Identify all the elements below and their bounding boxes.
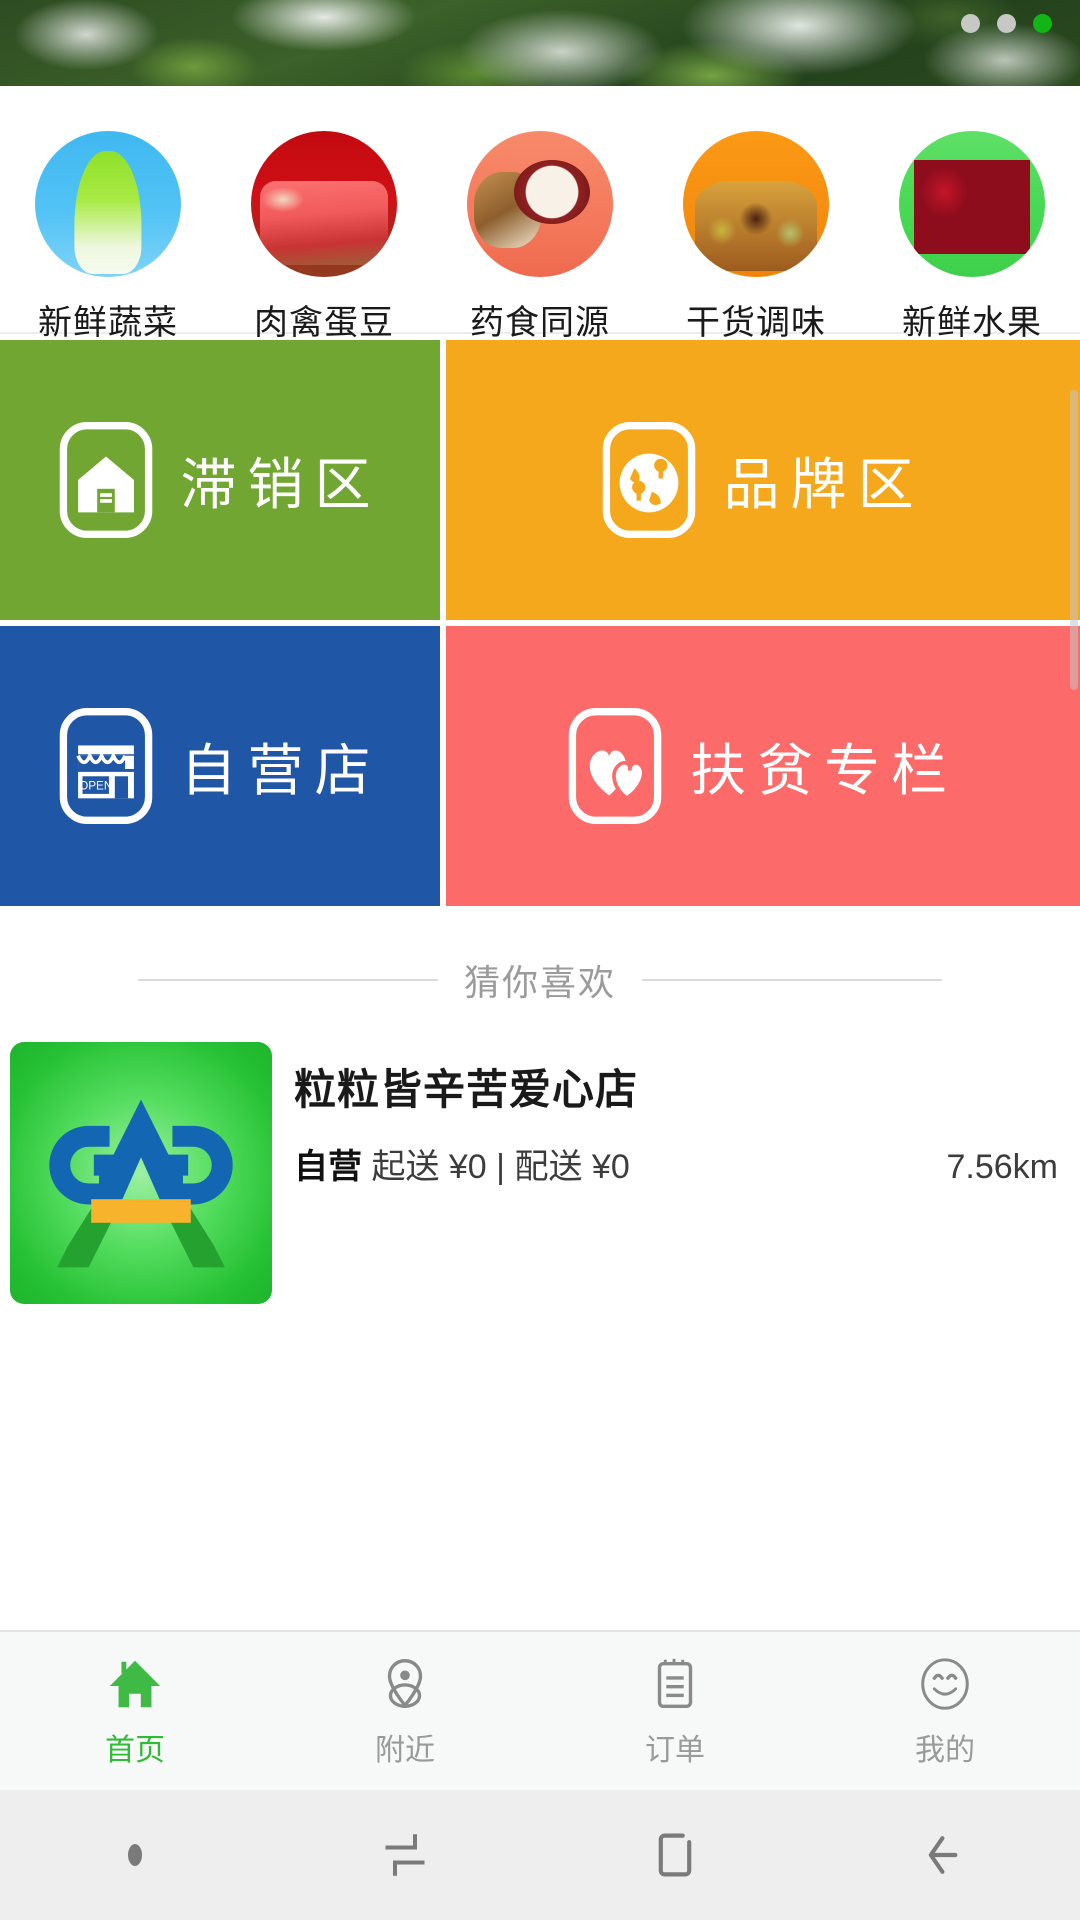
tile-unsold-zone[interactable]: 滞销区 (0, 340, 440, 620)
tab-label: 附近 (375, 1734, 435, 1767)
nav-home-button[interactable] (540, 1824, 810, 1886)
tab-home[interactable]: 首页 (0, 1653, 270, 1769)
category-item-dry-goods-seasoning[interactable]: 干货调味 (648, 131, 864, 344)
hearts-icon (568, 707, 662, 825)
category-label: 新鲜蔬菜 (38, 304, 178, 342)
svg-text:OPEN: OPEN (79, 780, 112, 793)
tile-poverty-alleviation[interactable]: 扶贫专栏 (446, 626, 1080, 906)
category-label: 肉禽蛋豆 (254, 304, 394, 342)
tab-orders[interactable]: 订单 (540, 1653, 810, 1769)
fresh-fruit-icon (899, 131, 1045, 277)
category-item-medicinal-food[interactable]: 药食同源 (432, 131, 648, 344)
tab-nearby[interactable]: 附近 (270, 1653, 540, 1769)
shop-meta: 自营 起送 ¥0 | 配送 ¥0 (294, 1139, 630, 1188)
warehouse-icon (59, 421, 152, 539)
banner-dots (961, 14, 1052, 33)
tile-label: 扶贫专栏 (690, 738, 958, 802)
shop-distance: 7.56km (946, 1148, 1059, 1186)
clipboard-order-icon (657, 1658, 693, 1708)
location-pin-icon (387, 1659, 423, 1708)
bottom-tab-bar: 首页 附近 订单 我的 (0, 1630, 1080, 1790)
banner-dot-1[interactable] (961, 14, 980, 33)
divider-right (642, 979, 942, 981)
home-square-icon (658, 1833, 692, 1877)
tile-label: 品牌区 (723, 452, 925, 516)
tile-label: 自营店 (180, 738, 382, 802)
shop-open-icon: OPEN (59, 707, 152, 825)
tile-label: 滞销区 (180, 452, 382, 516)
shop-info: 粒粒皆辛苦爱心店 自营 起送 ¥0 | 配送 ¥0 7.56km (272, 1042, 1080, 1304)
back-arrow-icon (928, 1836, 958, 1874)
promo-banner[interactable] (0, 0, 1080, 86)
tab-label: 首页 (105, 1734, 165, 1767)
category-item-fresh-fruit[interactable]: 新鲜水果 (864, 131, 1080, 344)
home-icon (109, 1660, 161, 1708)
nav-dot-indicator[interactable] (0, 1844, 270, 1866)
shop-meta-row: 自营 起送 ¥0 | 配送 ¥0 7.56km (294, 1139, 1080, 1188)
category-strip: 新鲜蔬菜 肉禽蛋豆 药食同源 干货调味 新鲜水果 (0, 86, 1080, 342)
nav-recents-button[interactable] (270, 1825, 540, 1885)
recommend-section-header: 猜你喜欢 (0, 906, 1080, 1020)
divider-left (137, 979, 438, 981)
self-operated-badge: 自营 (294, 1148, 362, 1186)
tile-self-operated-shop[interactable]: OPEN 自营店 (0, 626, 440, 906)
gap-logo (10, 1042, 272, 1304)
fresh-vegetables-icon (35, 131, 181, 277)
tab-label: 订单 (645, 1734, 705, 1767)
nav-back-button[interactable] (810, 1824, 1080, 1886)
android-navigation-bar (0, 1790, 1080, 1920)
category-label: 干货调味 (686, 304, 826, 342)
gap-logo-mark (49, 1099, 233, 1268)
medicinal-food-icon (467, 131, 613, 277)
section-title: 猜你喜欢 (463, 962, 616, 1003)
tab-profile[interactable]: 我的 (810, 1653, 1080, 1769)
category-item-fresh-vegetables[interactable]: 新鲜蔬菜 (0, 131, 216, 344)
meta-separator: | (496, 1148, 506, 1186)
category-label: 药食同源 (470, 304, 610, 342)
delivery-fee-value: 配送 ¥0 (514, 1148, 630, 1186)
category-item-meat-poultry-egg[interactable]: 肉禽蛋豆 (216, 131, 432, 344)
tile-brand-zone[interactable]: 品牌区 (446, 340, 1080, 620)
shop-list-item[interactable]: 粒粒皆辛苦爱心店 自营 起送 ¥0 | 配送 ¥0 7.56km (0, 1020, 1080, 1304)
globe-brand-icon (602, 421, 695, 539)
shop-name: 粒粒皆辛苦爱心店 (294, 1066, 639, 1113)
feature-tile-grid: 滞销区 品牌区 OPEN 自营店 扶贫专栏 (0, 334, 1080, 906)
dry-goods-seasoning-icon (683, 131, 829, 277)
banner-dot-3[interactable] (1033, 14, 1052, 33)
meat-poultry-egg-icon (251, 131, 397, 277)
smiley-profile-icon (921, 1658, 969, 1710)
vertical-scrollbar[interactable] (1070, 390, 1078, 690)
tab-label: 我的 (915, 1734, 975, 1767)
banner-image (0, 0, 1080, 86)
category-label: 新鲜水果 (902, 304, 1042, 342)
min-order-value: 起送 ¥0 (371, 1148, 487, 1186)
banner-dot-2[interactable] (997, 14, 1016, 33)
recents-icon (385, 1834, 425, 1876)
dot-indicator-icon (128, 1844, 142, 1866)
